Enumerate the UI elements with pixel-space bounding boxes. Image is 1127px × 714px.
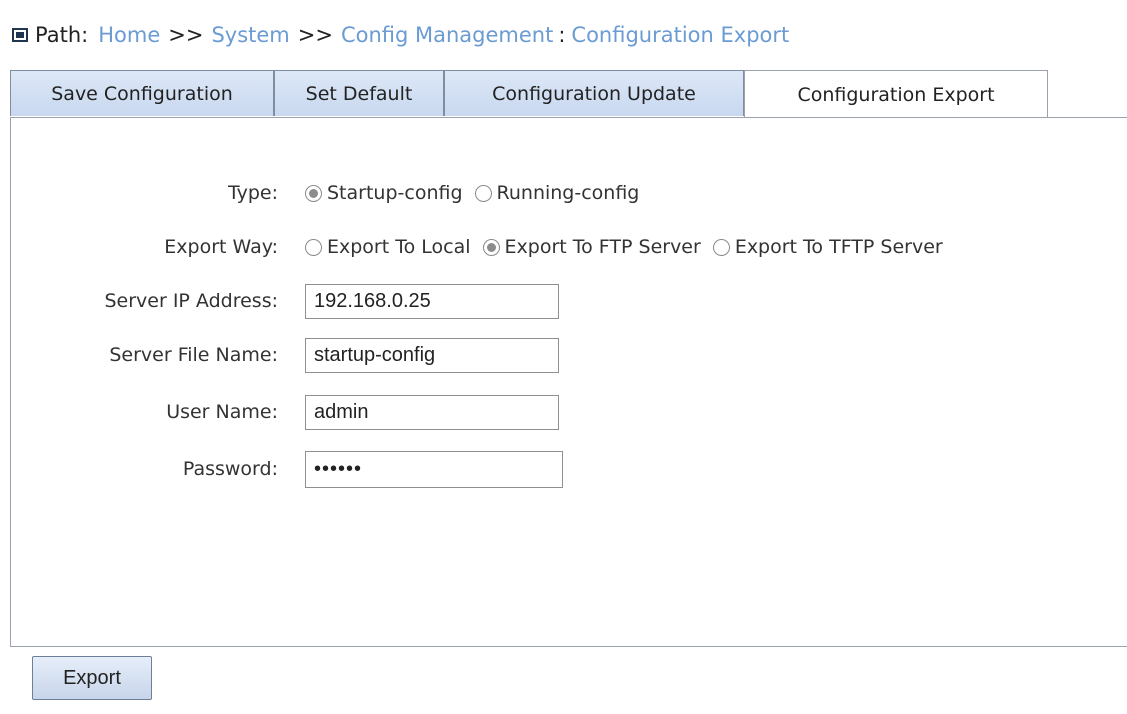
path-label: Path: [35, 23, 89, 47]
user-name-input[interactable]: admin [305, 394, 559, 430]
password-control: •••••• [305, 449, 563, 489]
content-panel: Type: Startup-config Running-config Expo… [10, 117, 1127, 647]
server-ip-label: Server IP Address: [104, 290, 278, 312]
password-row: Password: •••••• [11, 449, 1127, 489]
breadcrumb-system-link[interactable]: System [211, 23, 289, 47]
server-file-name-input[interactable]: startup-config [305, 337, 559, 373]
breadcrumb: Path: Home >> System >> Config Managemen… [12, 20, 789, 50]
export-to-tftp-radio[interactable]: Export To TFTP Server [712, 236, 943, 258]
breadcrumb-separator: : [558, 23, 566, 47]
user-name-label: User Name: [166, 401, 278, 423]
tab-save-configuration[interactable]: Save Configuration [10, 70, 274, 116]
tab-configuration-export[interactable]: Configuration Export [744, 70, 1048, 118]
radio-checked-icon [482, 238, 500, 256]
startup-config-radio[interactable]: Startup-config [305, 182, 463, 204]
breadcrumb-home-link[interactable]: Home [98, 23, 160, 47]
export-way-radio-group: Export To Local Export To FTP Server Exp… [305, 227, 955, 267]
user-name-row: User Name: admin [11, 392, 1127, 432]
server-file-control: startup-config [305, 335, 559, 375]
export-to-ftp-radio[interactable]: Export To FTP Server [482, 236, 701, 258]
user-name-control: admin [305, 392, 559, 432]
running-config-label: Running-config [496, 182, 640, 204]
export-to-local-label: Export To Local [327, 236, 471, 258]
radio-unchecked-icon [305, 238, 322, 256]
password-label: Password: [182, 458, 278, 480]
server-file-label: Server File Name: [109, 344, 278, 366]
server-ip-input[interactable]: 192.168.0.25 [305, 283, 559, 319]
export-to-local-radio[interactable]: Export To Local [305, 236, 471, 258]
path-square-icon [12, 28, 28, 42]
breadcrumb-separator: >> [168, 23, 204, 47]
export-way-label: Export Way: [164, 236, 278, 258]
breadcrumb-separator: >> [297, 23, 333, 47]
radio-checked-icon [305, 184, 322, 202]
export-to-ftp-label: Export To FTP Server [504, 236, 701, 258]
startup-config-label: Startup-config [327, 182, 463, 204]
export-button[interactable]: Export [32, 656, 152, 700]
server-ip-control: 192.168.0.25 [305, 281, 559, 321]
password-input[interactable]: •••••• [305, 450, 563, 488]
breadcrumb-current-page: Configuration Export [571, 23, 790, 47]
tab-bar: Save Configuration Set Default Configura… [10, 70, 1127, 118]
export-to-tftp-label: Export To TFTP Server [734, 236, 943, 258]
breadcrumb-config-management-link[interactable]: Config Management [341, 23, 553, 47]
type-radio-group: Startup-config Running-config [305, 173, 651, 213]
radio-unchecked-icon [474, 184, 492, 202]
server-ip-row: Server IP Address: 192.168.0.25 [11, 281, 1127, 321]
server-file-row: Server File Name: startup-config [11, 335, 1127, 375]
type-row: Type: Startup-config Running-config [11, 173, 1127, 213]
radio-unchecked-icon [712, 238, 730, 256]
export-way-row: Export Way: Export To Local Export To FT… [11, 227, 1127, 267]
type-label: Type: [227, 182, 278, 204]
running-config-radio[interactable]: Running-config [474, 182, 640, 204]
tab-configuration-update[interactable]: Configuration Update [444, 70, 744, 116]
tab-set-default[interactable]: Set Default [274, 70, 444, 116]
